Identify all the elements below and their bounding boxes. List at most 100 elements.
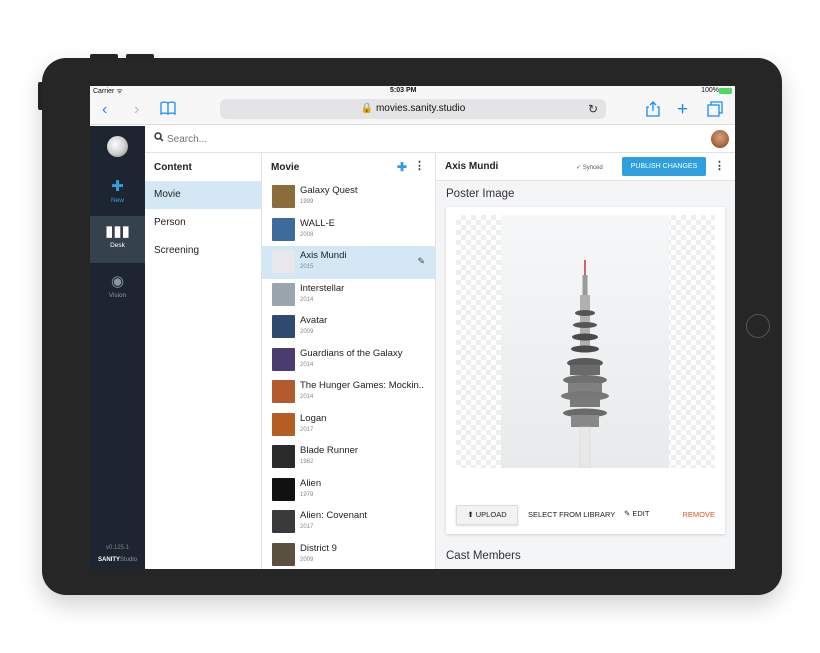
- search-bar: [145, 126, 735, 153]
- add-movie-icon[interactable]: ✚: [397, 160, 407, 174]
- edit-button[interactable]: ✎ EDIT: [624, 509, 649, 518]
- bookmarks-icon[interactable]: [160, 101, 176, 120]
- lock-icon: 🔒: [360, 103, 374, 114]
- forward-icon[interactable]: ›: [134, 101, 139, 119]
- movie-list-item[interactable]: Interstellar 2014: [262, 279, 435, 312]
- movie-thumbnail: [272, 315, 295, 338]
- sync-status: ✓ Synced: [576, 165, 603, 171]
- eye-icon: ◉: [110, 273, 125, 290]
- upload-button[interactable]: ⬆ UPLOAD: [456, 505, 518, 525]
- movie-year: 2014: [300, 394, 314, 400]
- movie-title: The Hunger Games: Mockin...: [300, 380, 425, 391]
- movie-thumbnail: [272, 250, 295, 273]
- plus-icon: ✚: [111, 178, 124, 195]
- status-bar: Carrier ᯤ 5:03 PM 100%: [90, 86, 735, 97]
- url-text: movies.sanity.studio: [375, 103, 466, 114]
- movie-list-item[interactable]: Avatar 2009: [262, 311, 435, 344]
- movie-title: Avatar: [300, 315, 328, 326]
- new-document-button[interactable]: ✚ New: [90, 171, 145, 218]
- movie-year: 1982: [300, 459, 314, 465]
- movie-title: Alien: [300, 477, 322, 489]
- version-label: v0.125.1: [105, 545, 130, 551]
- movie-thumbnail: [272, 217, 295, 241]
- movie-title: Interstellar: [300, 282, 345, 294]
- content-item-movie[interactable]: Movie: [145, 181, 261, 209]
- carrier-label: Carrier ᯤ: [93, 88, 123, 95]
- document-menu-icon[interactable]: ⋮: [714, 159, 725, 172]
- movie-title: WALL-E: [300, 217, 336, 229]
- tower-photo: [501, 215, 669, 469]
- screen: Carrier ᯤ 5:03 PM 100% ‹ › 🔒 movies.sani…: [90, 86, 735, 569]
- movie-list-item[interactable]: Galaxy Quest 1999: [262, 181, 435, 214]
- movie-list: Galaxy Quest 1999 WALL-E 2008 Axis Mundi 2015…: [262, 181, 435, 569]
- movie-thumbnail: [272, 282, 295, 306]
- movie-title: Blade Runner: [300, 445, 359, 456]
- movie-list-item[interactable]: Logan 2017: [262, 409, 435, 442]
- movie-list-item[interactable]: District 9 2009: [262, 539, 435, 570]
- reload-icon[interactable]: ↻: [588, 99, 598, 119]
- movie-thumbnail: [272, 477, 295, 501]
- browser-toolbar: ‹ › 🔒 movies.sanity.studio ↻ +: [90, 97, 735, 125]
- movie-list-item[interactable]: Guardians of the Galaxy 2014: [262, 344, 435, 377]
- content-pane-title: Content: [154, 162, 192, 173]
- address-bar[interactable]: 🔒 movies.sanity.studio ↻: [220, 99, 606, 119]
- movie-list-item[interactable]: Alien 1979: [262, 474, 435, 507]
- movie-year: 2014: [300, 296, 314, 303]
- new-tab-icon[interactable]: +: [677, 100, 688, 119]
- cast-members-label: Cast Members: [446, 550, 521, 562]
- movie-pane-header: Movie ✚ ⋮: [262, 153, 435, 181]
- movie-thumbnail: [272, 542, 295, 566]
- home-button[interactable]: [746, 314, 770, 338]
- more-menu-icon[interactable]: ⋮: [414, 159, 425, 172]
- tabs-icon[interactable]: [707, 101, 723, 122]
- tool-vision[interactable]: ◉ Vision: [90, 266, 145, 313]
- back-icon[interactable]: ‹: [102, 101, 107, 119]
- content-item-screening[interactable]: Screening: [145, 237, 261, 265]
- image-preview: [456, 215, 715, 469]
- sanity-brand: SANITYStudio: [97, 557, 138, 563]
- movie-title: Logan: [300, 412, 327, 424]
- project-logo-icon[interactable]: [107, 136, 128, 157]
- movie-thumbnail: [272, 445, 295, 468]
- movie-list-item[interactable]: The Hunger Games: Mockin... 2014: [262, 376, 435, 409]
- sanity-studio: ✚ New ▮▮▮ Desk ◉ Vision v0.125.1 SANITYS…: [90, 126, 735, 569]
- movie-year: 2017: [300, 426, 314, 433]
- share-icon[interactable]: [646, 101, 660, 122]
- movie-year: 1979: [300, 491, 314, 498]
- battery-icon: [719, 88, 732, 94]
- edit-pencil-icon[interactable]: ✎: [417, 256, 425, 267]
- movie-pane-title: Movie: [271, 162, 300, 173]
- movie-year: 2017: [300, 524, 314, 530]
- search-icon: [154, 132, 164, 145]
- movie-list-item[interactable]: Axis Mundi 2015 ✎: [262, 246, 435, 279]
- document-editor: Axis Mundi ✓ Synced PUBLISH CHANGES ⋮ Po…: [436, 153, 735, 569]
- movie-thumbnail: [272, 380, 295, 403]
- search-input[interactable]: [167, 131, 467, 147]
- movie-year: 2014: [300, 361, 314, 368]
- movie-thumbnail: [272, 347, 295, 371]
- pencil-icon: ✎: [624, 509, 631, 518]
- movie-pane: Movie ✚ ⋮ Galaxy Quest 1999 WALL-E 2008 Axis…: [262, 153, 436, 569]
- status-time: 5:03 PM: [390, 87, 417, 94]
- movie-title: Axis Mundi: [300, 250, 347, 261]
- tool-desk[interactable]: ▮▮▮ Desk: [90, 216, 145, 263]
- movie-list-item[interactable]: Alien: Covenant 2017: [262, 506, 435, 539]
- publish-button[interactable]: PUBLISH CHANGES: [622, 157, 706, 176]
- avatar[interactable]: [711, 130, 729, 148]
- movie-thumbnail: [272, 412, 295, 436]
- movie-year: 2009: [300, 556, 314, 563]
- columns-icon: ▮▮▮: [105, 223, 130, 240]
- select-from-library-button[interactable]: SELECT FROM LIBRARY: [528, 510, 615, 519]
- movie-year: 2009: [300, 329, 314, 335]
- movie-list-item[interactable]: Blade Runner 1982: [262, 441, 435, 474]
- movie-title: Alien: Covenant: [300, 510, 368, 521]
- remove-button[interactable]: REMOVE: [682, 510, 715, 519]
- movie-thumbnail: [272, 185, 295, 208]
- poster-image-card: ⬆ UPLOAD SELECT FROM LIBRARY ✎ EDIT REMO…: [446, 207, 725, 534]
- movie-title: District 9: [300, 542, 337, 554]
- upload-icon: ⬆: [467, 510, 474, 519]
- movie-list-item[interactable]: WALL-E 2008: [262, 214, 435, 247]
- document-header: Axis Mundi ✓ Synced PUBLISH CHANGES ⋮: [436, 153, 735, 181]
- content-item-person[interactable]: Person: [145, 209, 261, 237]
- content-pane: Content Movie Person Screening: [145, 153, 262, 569]
